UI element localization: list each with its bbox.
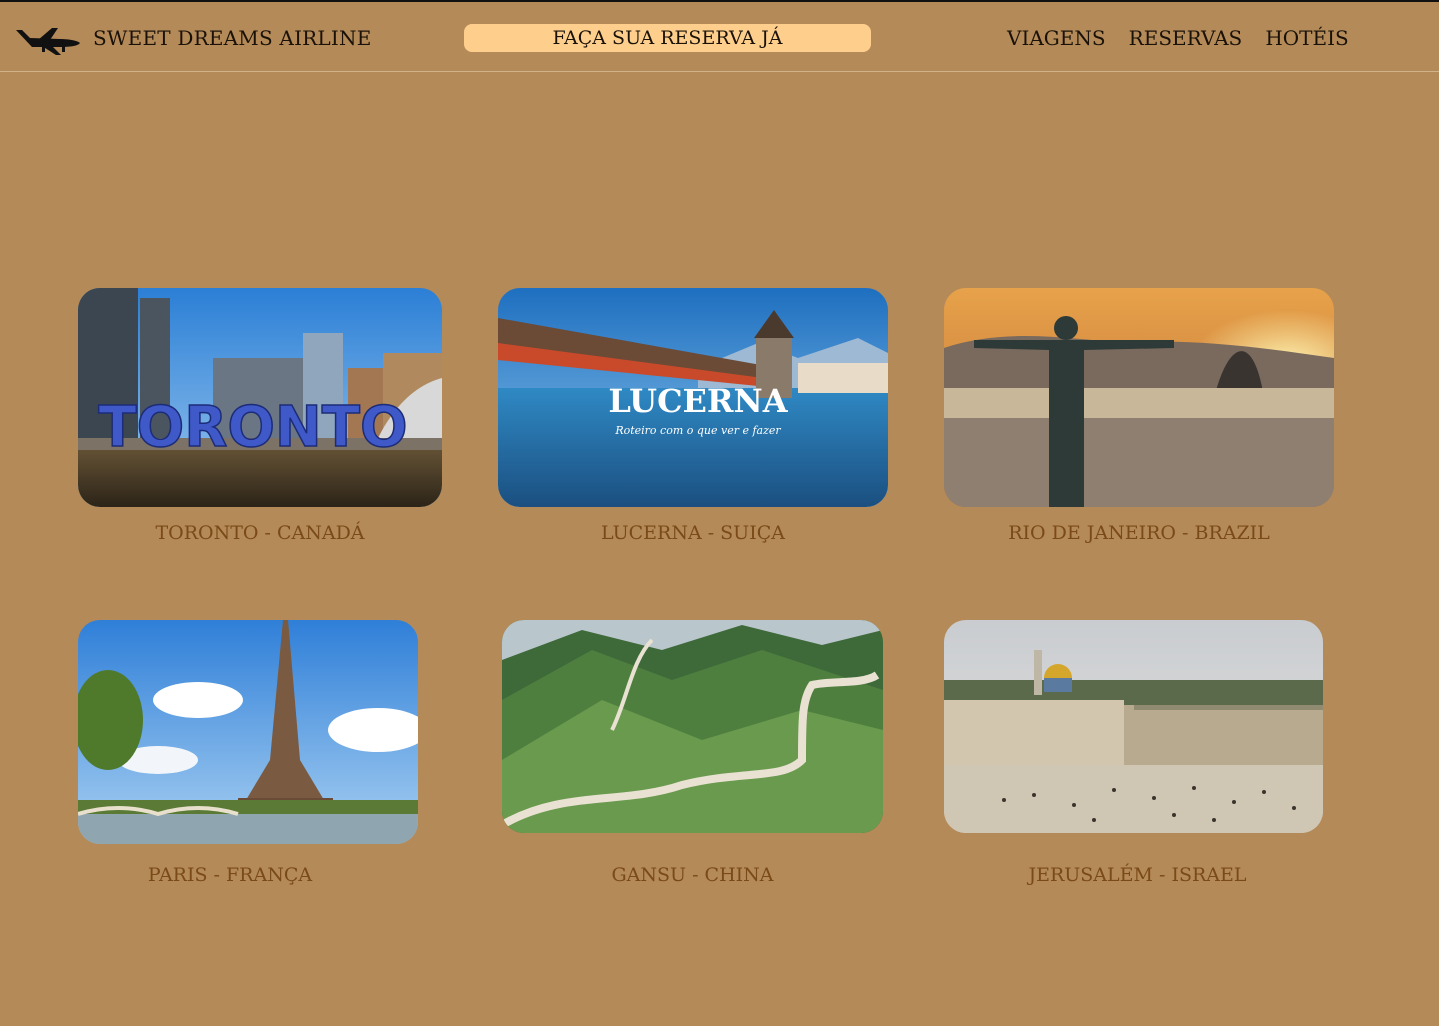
nav-viagens[interactable]: VIAGENS: [1007, 26, 1106, 50]
site-header: SWEET DREAMS AIRLINE FAÇA SUA RESERVA JÁ…: [0, 2, 1439, 72]
destination-caption[interactable]: RIO DE JANEIRO - BRAZIL: [944, 522, 1334, 544]
image-text-toronto: TORONTO: [98, 395, 407, 460]
great-wall-photo[interactable]: [502, 620, 883, 833]
image-subtext-lucerna: Roteiro com o que ver e fazer: [614, 424, 781, 437]
destination-caption[interactable]: TORONTO - CANADÁ: [78, 522, 442, 544]
nav-hoteis[interactable]: HOTÉIS: [1265, 26, 1348, 50]
christ-the-redeemer-sunset-photo[interactable]: [944, 288, 1334, 507]
brand-name[interactable]: SWEET DREAMS AIRLINE: [93, 26, 372, 50]
destination-caption[interactable]: LUCERNA - SUIÇA: [498, 522, 888, 544]
image-text-lucerna: LUCERNA: [608, 382, 788, 420]
toronto-sign-photo[interactable]: TORONTO: [78, 288, 442, 507]
airplane-icon[interactable]: [14, 22, 82, 56]
lucerne-chapel-bridge-photo[interactable]: LUCERNA Roteiro com o que ver e fazer: [498, 288, 888, 507]
western-wall-plaza-photo[interactable]: [944, 620, 1323, 833]
destination-caption[interactable]: GANSU - CHINA: [502, 864, 883, 886]
destination-caption[interactable]: PARIS - FRANÇA: [60, 864, 400, 886]
eiffel-tower-photo[interactable]: [78, 620, 418, 844]
nav-reservas[interactable]: RESERVAS: [1129, 26, 1243, 50]
main-nav: VIAGENS RESERVAS HOTÉIS: [1007, 26, 1367, 50]
book-now-button[interactable]: FAÇA SUA RESERVA JÁ: [464, 24, 871, 52]
destination-caption[interactable]: JERUSALÉM - ISRAEL: [948, 864, 1327, 886]
